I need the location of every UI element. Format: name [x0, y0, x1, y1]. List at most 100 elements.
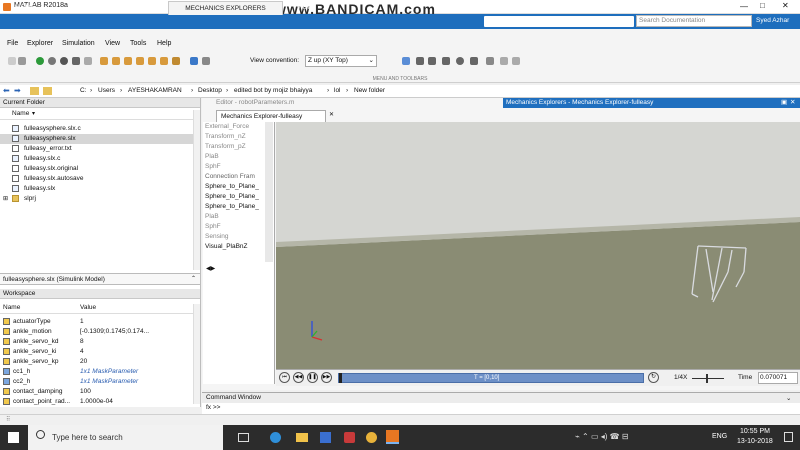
axes-icon[interactable] [512, 57, 520, 65]
file-row[interactable]: fulleasy.slx.c [0, 154, 194, 164]
undock-icon[interactable]: ▣ [781, 98, 787, 108]
back-icon[interactable]: ⬅ [3, 85, 10, 97]
tree-item[interactable]: PlaB [203, 152, 274, 162]
view-iso-icon[interactable] [172, 57, 180, 65]
tab-plots[interactable]: PLOTS [60, 1, 105, 15]
workspace-col-name[interactable]: Name [3, 304, 20, 311]
workspace-row[interactable]: ankle_servo_ki 4 [0, 347, 194, 357]
menu-help[interactable]: Help [157, 40, 171, 47]
details-toggle-icon[interactable]: ⌃ [191, 275, 196, 282]
file-row[interactable]: fulleasysphere.slx.c [0, 124, 194, 134]
tab-apps[interactable]: APPS [115, 1, 160, 15]
path-seg-0[interactable]: C: [80, 85, 87, 97]
skip-back-icon[interactable]: ⏮ [279, 372, 290, 383]
speed-slider[interactable] [692, 378, 724, 379]
tree-item[interactable]: Visual_PlaBnZ [203, 242, 274, 252]
forward-icon[interactable]: ➡ [14, 85, 21, 97]
path-seg-1[interactable]: Users [98, 85, 115, 97]
tree-scroll-left-icon[interactable]: ◀▶ [206, 265, 215, 272]
search-documentation-input[interactable]: Search Documentation [636, 15, 752, 27]
bandicam-icon[interactable] [344, 432, 355, 443]
menu-simulation[interactable]: Simulation [62, 40, 95, 47]
tree-item[interactable]: SphF [203, 162, 274, 172]
zoom-icon[interactable] [456, 57, 464, 65]
file-row[interactable]: fulleasy.slx.autosave [0, 174, 194, 184]
edge-icon[interactable] [270, 432, 281, 443]
stop-icon[interactable] [60, 57, 68, 65]
workspace-row[interactable]: contact_point_rad... 1.0000e-04 [0, 397, 194, 407]
select-tool-icon[interactable] [402, 57, 410, 65]
input-language[interactable]: ENG [712, 433, 727, 440]
path-seg-4[interactable]: edited bot by mojiz bhaiyya [234, 85, 312, 97]
speed-slider-thumb[interactable] [706, 374, 708, 383]
pan-icon[interactable] [442, 57, 450, 65]
view-convention-select[interactable]: Z up (XY Top) ⌄ [305, 55, 377, 67]
tree-scrollbar[interactable] [265, 122, 273, 262]
tree-item[interactable]: Sphere_to_Plane_ [203, 192, 274, 202]
workspace-scrollbar[interactable] [193, 304, 200, 404]
zoom-box-icon[interactable] [470, 57, 478, 65]
tree-item[interactable]: External_Force [203, 122, 274, 132]
workspace-row[interactable]: cc1_h 1x1 MaskParameter [0, 367, 194, 377]
command-prompt[interactable]: fx >> [202, 403, 800, 413]
record-icon[interactable] [84, 57, 92, 65]
chrome-icon[interactable] [366, 432, 377, 443]
workspace-row[interactable]: contact_damping 100 [0, 387, 194, 397]
open-icon[interactable] [18, 57, 26, 65]
path-seg-5[interactable]: lol [334, 85, 341, 97]
time-value-field[interactable]: 0.070071 [758, 372, 798, 384]
forward-playback-icon[interactable]: ▶▶ [321, 372, 332, 383]
folder-up-icon[interactable] [30, 87, 39, 95]
path-seg-6[interactable]: New folder [354, 85, 385, 97]
tree-item[interactable]: Transform_pZ [203, 142, 274, 152]
task-view-icon[interactable] [238, 433, 249, 442]
view-front-icon[interactable] [100, 57, 108, 65]
view-left-icon[interactable] [124, 57, 132, 65]
tree-item[interactable]: Sphere_to_Plane_ [203, 182, 274, 192]
file-row-selected[interactable]: fulleasysphere.slx [0, 134, 194, 144]
tab-mechanics-explorers[interactable]: MECHANICS EXPLORERS [168, 1, 283, 15]
time-slider[interactable]: T = [0,10] [338, 373, 644, 383]
time-slider-thumb[interactable] [339, 373, 342, 383]
explorer-tab-close-icon[interactable]: ✕ [329, 111, 334, 118]
menu-file[interactable]: File [7, 40, 18, 47]
workspace-col-value[interactable]: Value [80, 304, 96, 311]
tab-home[interactable]: HOME [3, 1, 48, 15]
view-right-icon[interactable] [136, 57, 144, 65]
step-icon[interactable] [72, 57, 80, 65]
view-bottom-icon[interactable] [160, 57, 168, 65]
workspace-row[interactable]: ankle_servo_kp 20 [0, 357, 194, 367]
path-seg-3[interactable]: Desktop [198, 85, 222, 97]
new-icon[interactable] [8, 57, 16, 65]
tab-view[interactable]: VIEW [290, 1, 320, 15]
windows-start-icon[interactable] [8, 432, 19, 443]
close-panel-icon[interactable]: ✕ [790, 98, 795, 108]
view-top-icon[interactable] [148, 57, 156, 65]
command-window[interactable]: Command Window fx >> ⌄ [202, 392, 800, 414]
file-row[interactable]: ⊞ slprj [0, 194, 194, 204]
folder-scrollbar[interactable] [193, 110, 200, 270]
frames-icon[interactable] [500, 57, 508, 65]
workspace-row[interactable]: cc2_h 1x1 MaskParameter [0, 377, 194, 387]
current-folder-column-header[interactable]: Name ▾ [0, 110, 196, 120]
explorer-tab[interactable]: Mechanics Explorer-fulleasy [216, 110, 326, 122]
file-row[interactable]: fulleasy.slx [0, 184, 194, 194]
view-back-icon[interactable] [112, 57, 120, 65]
matlab-taskbar-icon[interactable] [386, 430, 399, 444]
file-row[interactable]: fulleasy_error.txt [0, 144, 194, 154]
editor-title[interactable]: Editor - robotParameters.m [216, 99, 294, 106]
user-name[interactable]: Syed Azhar [756, 17, 789, 24]
menu-tools[interactable]: Tools [130, 40, 146, 47]
layout-icon[interactable] [202, 57, 210, 65]
minimize-button[interactable]: — [740, 2, 748, 11]
tree-item[interactable]: Sensing [203, 232, 274, 242]
tree-item[interactable]: Connection Fram [203, 172, 274, 182]
rotate-icon[interactable] [416, 57, 424, 65]
close-button[interactable]: ✕ [782, 1, 789, 10]
tree-item[interactable]: Transform_nZ [203, 132, 274, 142]
menu-explorer[interactable]: Explorer [27, 40, 53, 47]
taskbar-search[interactable]: Type here to search [28, 425, 223, 450]
clock-time[interactable]: 10:55 PM [740, 428, 770, 435]
run-icon[interactable] [36, 57, 44, 65]
maximize-button[interactable]: □ [760, 1, 765, 10]
